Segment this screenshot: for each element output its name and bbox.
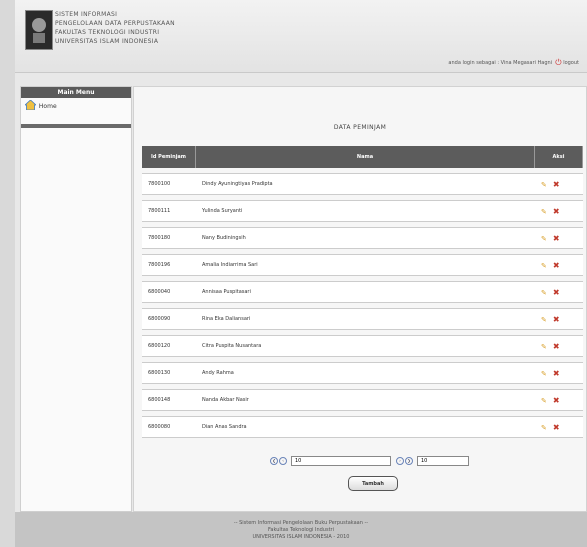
main-content: DATA PEMINJAM Id Peminjam Nama Aksi 7800… <box>133 86 587 512</box>
cell-nama: Amalia Indiarrima Sari <box>196 254 535 276</box>
cell-nama: Yulinda Suryanti <box>196 200 535 222</box>
power-icon[interactable]: ⏻ <box>555 58 561 67</box>
cell-id: 6800090 <box>142 308 196 330</box>
footer-line: -- Sistem Informasi Pengelolaan Buku Per… <box>233 520 369 526</box>
column-header-aksi: Aksi <box>535 146 583 168</box>
cell-aksi: ✎ ✖ <box>535 200 583 222</box>
cell-nama: Andy Rahma <box>196 362 535 384</box>
table-row: 6800080 Dian Anas Sandra ✎ ✖ <box>142 416 583 438</box>
column-header-id: Id Peminjam <box>142 146 196 168</box>
table-body: 7800100 Dindy Ayuningtiyas Pradipta ✎ ✖ 7800… <box>142 173 583 438</box>
table-row: 6800148 Nanda Akbar Nasir ✎ ✖ <box>142 389 583 411</box>
prev-page-icon[interactable]: ‹ <box>279 457 287 465</box>
header-line: UNIVERSITAS ISLAM INDONESIA <box>55 38 159 45</box>
table-row: 7800100 Dindy Ayuningtiyas Pradipta ✎ ✖ <box>142 173 583 195</box>
login-text: anda login sebagai : Vina Megasari Hagni <box>448 60 553 66</box>
edit-icon[interactable]: ✎ <box>541 343 547 351</box>
first-page-icon[interactable]: ❮ <box>270 457 278 465</box>
cell-aksi: ✎ ✖ <box>535 308 583 330</box>
cell-nama: Dian Anas Sandra <box>196 416 535 438</box>
delete-icon[interactable]: ✖ <box>553 261 560 270</box>
cell-nama: Nanda Akbar Nasir <box>196 389 535 411</box>
app-frame: SISTEM INFORMASI PENGELOLAAN DATA PERPUS… <box>15 0 587 547</box>
add-button[interactable]: Tambah <box>348 476 398 491</box>
header-line: PENGELOLAAN DATA PERPUSTAKAAN <box>55 20 175 27</box>
university-logo <box>25 10 53 50</box>
cell-id: 6800040 <box>142 281 196 303</box>
edit-icon[interactable]: ✎ <box>541 424 547 432</box>
delete-icon[interactable]: ✖ <box>553 315 560 324</box>
cell-nama: Citra Puspita Nusantara <box>196 335 535 357</box>
edit-icon[interactable]: ✎ <box>541 316 547 324</box>
cell-id: 6800148 <box>142 389 196 411</box>
table-row: 7800111 Yulinda Suryanti ✎ ✖ <box>142 200 583 222</box>
edit-icon[interactable]: ✎ <box>541 289 547 297</box>
footer-line: UNIVERSITAS ISLAM INDONESIA - 2010 <box>252 534 350 540</box>
header-title-block: SISTEM INFORMASI PENGELOLAAN DATA PERPUS… <box>55 10 205 46</box>
home-icon <box>23 99 38 116</box>
rows-per-page-input[interactable] <box>417 456 469 466</box>
cell-aksi: ✎ ✖ <box>535 416 583 438</box>
cell-aksi: ✎ ✖ <box>535 281 583 303</box>
cell-id: 7800196 <box>142 254 196 276</box>
delete-icon[interactable]: ✖ <box>553 180 560 189</box>
cell-nama: Nany Budiningsih <box>196 227 535 249</box>
sidebar-item-home[interactable]: Home <box>21 98 131 116</box>
cell-nama: Annisaa Puspitasari <box>196 281 535 303</box>
cell-id: 6800120 <box>142 335 196 357</box>
delete-icon[interactable]: ✖ <box>553 369 560 378</box>
page-title: DATA PEMINJAM <box>333 124 387 131</box>
footer-line: Fakultas Teknologi Industri <box>267 527 334 533</box>
column-header-nama: Nama <box>196 146 535 168</box>
cell-id: 6800130 <box>142 362 196 384</box>
cell-id: 7800180 <box>142 227 196 249</box>
page-footer: -- Sistem Informasi Pengelolaan Buku Per… <box>15 512 587 547</box>
page-header: SISTEM INFORMASI PENGELOLAAN DATA PERPUS… <box>15 0 587 73</box>
edit-icon[interactable]: ✎ <box>541 370 547 378</box>
edit-icon[interactable]: ✎ <box>541 181 547 189</box>
login-info: anda login sebagai : Vina Megasari Hagni… <box>448 58 579 68</box>
delete-icon[interactable]: ✖ <box>553 396 560 405</box>
cell-id: 7800100 <box>142 173 196 195</box>
last-page-icon[interactable]: ❯ <box>405 457 413 465</box>
cell-aksi: ✎ ✖ <box>535 335 583 357</box>
sidebar-item-label: Home <box>38 103 57 110</box>
sidebar-title: Main Menu <box>21 87 131 98</box>
cell-aksi: ✎ ✖ <box>535 389 583 411</box>
delete-icon[interactable]: ✖ <box>553 342 560 351</box>
cell-nama: Dindy Ayuningtiyas Pradipta <box>196 173 535 195</box>
table-header-row: Id Peminjam Nama Aksi <box>142 146 583 168</box>
table-row: 6800040 Annisaa Puspitasari ✎ ✖ <box>142 281 583 303</box>
table-row: 7800180 Nany Budiningsih ✎ ✖ <box>142 227 583 249</box>
edit-icon[interactable]: ✎ <box>541 397 547 405</box>
delete-icon[interactable]: ✖ <box>553 423 560 432</box>
logout-link[interactable]: logout <box>563 60 579 66</box>
cell-id: 7800111 <box>142 200 196 222</box>
header-line: FAKULTAS TEKNOLOGI INDUSTRI <box>55 29 160 36</box>
edit-icon[interactable]: ✎ <box>541 235 547 243</box>
cell-aksi: ✎ ✖ <box>535 173 583 195</box>
borrower-table: Id Peminjam Nama Aksi 7800100 Dindy Ayuni… <box>142 141 583 443</box>
pagination: ❮ ‹ › ❯ <box>270 454 474 468</box>
delete-icon[interactable]: ✖ <box>553 288 560 297</box>
next-page-icon[interactable]: › <box>396 457 404 465</box>
sidebar-divider <box>21 124 131 128</box>
cell-aksi: ✎ ✖ <box>535 227 583 249</box>
cell-aksi: ✎ ✖ <box>535 362 583 384</box>
cell-aksi: ✎ ✖ <box>535 254 583 276</box>
cell-id: 6800080 <box>142 416 196 438</box>
table-row: 6800120 Citra Puspita Nusantara ✎ ✖ <box>142 335 583 357</box>
delete-icon[interactable]: ✖ <box>553 234 560 243</box>
header-line: SISTEM INFORMASI <box>55 11 118 18</box>
page-number-input[interactable] <box>291 456 391 466</box>
table-row: 6800130 Andy Rahma ✎ ✖ <box>142 362 583 384</box>
sidebar: Main Menu Home <box>20 86 132 512</box>
table-row: 7800196 Amalia Indiarrima Sari ✎ ✖ <box>142 254 583 276</box>
table-row: 6800090 Rina Eka Daliansari ✎ ✖ <box>142 308 583 330</box>
delete-icon[interactable]: ✖ <box>553 207 560 216</box>
edit-icon[interactable]: ✎ <box>541 262 547 270</box>
cell-nama: Rina Eka Daliansari <box>196 308 535 330</box>
edit-icon[interactable]: ✎ <box>541 208 547 216</box>
